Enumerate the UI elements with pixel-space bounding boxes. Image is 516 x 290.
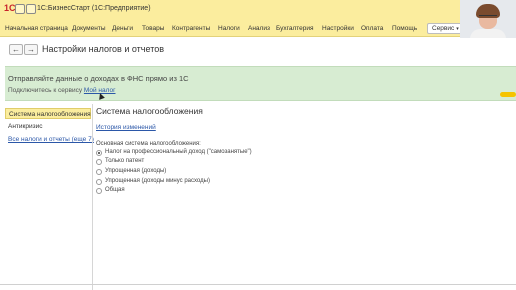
app-logo: 1С bbox=[4, 3, 16, 13]
sections-menu: Начальная страница Документы Деньги Това… bbox=[0, 20, 460, 37]
service-label: Сервис bbox=[432, 25, 455, 32]
menu-item-documents[interactable]: Документы bbox=[72, 25, 106, 32]
sidebar-divider bbox=[92, 104, 93, 290]
menu-item-payment[interactable]: Оплата bbox=[361, 25, 383, 32]
page-title: Настройки налогов и отчетов bbox=[42, 44, 164, 54]
banner-subtitle-text: Подключитесь к сервису bbox=[8, 87, 83, 94]
radio-label: Налог на профессиональный доход ("самоза… bbox=[105, 149, 252, 155]
service-button[interactable]: Сервис ▾ bbox=[427, 23, 464, 34]
menu-item-analysis[interactable]: Анализ bbox=[248, 25, 270, 32]
radio-label: Упрощенная (доходы) bbox=[105, 168, 167, 174]
sidebar-item-tax-system[interactable]: Система налогообложения bbox=[5, 108, 91, 119]
menu-item-accounting[interactable]: Бухгалтерия bbox=[276, 25, 314, 32]
app-title: 1С:БизнесСтарт (1С:Предприятие) bbox=[37, 5, 151, 12]
radio-button[interactable] bbox=[96, 179, 102, 185]
menu-item-home[interactable]: Начальная страница bbox=[5, 25, 68, 32]
menu-item-taxes[interactable]: Налоги bbox=[218, 25, 240, 32]
tax-system-group-label: Основная система налогообложения: bbox=[96, 141, 201, 147]
section-title: Система налогообложения bbox=[96, 106, 203, 116]
webcam-overlay bbox=[460, 0, 516, 38]
home-icon[interactable] bbox=[15, 4, 25, 14]
footer-divider bbox=[0, 284, 516, 285]
back-button[interactable]: ← bbox=[9, 44, 23, 55]
banner-title: Отправляйте данные о доходах в ФНС прямо… bbox=[8, 74, 189, 83]
sidebar-item-anticrisis[interactable]: Антикризис bbox=[5, 121, 91, 132]
radio-label: Упрощенная (доходы минус расходы) bbox=[105, 178, 210, 184]
forward-button[interactable]: → bbox=[24, 44, 38, 55]
menu-item-contractors[interactable]: Контрагенты bbox=[172, 25, 210, 32]
radio-button[interactable] bbox=[96, 150, 102, 156]
all-taxes-link-text[interactable]: Все налоги и отчеты (еще 7) bbox=[8, 136, 94, 143]
menu-item-money[interactable]: Деньги bbox=[112, 25, 133, 32]
chevron-down-icon: ▾ bbox=[456, 26, 459, 32]
menu-item-goods[interactable]: Товары bbox=[142, 25, 164, 32]
sidebar-all-taxes-link[interactable]: Все налоги и отчеты (еще 7) bbox=[5, 134, 94, 145]
menu-icon[interactable] bbox=[26, 4, 36, 14]
menu-item-help[interactable]: Помощь bbox=[392, 25, 417, 32]
menu-item-settings[interactable]: Настройки bbox=[322, 25, 354, 32]
radio-button[interactable] bbox=[96, 169, 102, 175]
radio-button[interactable] bbox=[96, 159, 102, 165]
promo-banner: Отправляйте данные о доходах в ФНС прямо… bbox=[5, 66, 516, 101]
title-bar: 1С 1С:БизнесСтарт (1С:Предприятие) bbox=[0, 0, 516, 20]
tax-system-panel: Система налогообложения История изменени… bbox=[96, 104, 516, 290]
history-link[interactable]: История изменений bbox=[96, 124, 156, 131]
radio-button[interactable] bbox=[96, 188, 102, 194]
highlight-marker bbox=[500, 92, 516, 97]
presenter-glasses bbox=[479, 15, 497, 19]
radio-label: Только патент bbox=[105, 158, 145, 164]
settings-sidebar: Система налогообложения Антикризис Все н… bbox=[5, 106, 94, 286]
radio-label: Общая bbox=[105, 187, 125, 193]
presenter-body bbox=[470, 29, 506, 38]
